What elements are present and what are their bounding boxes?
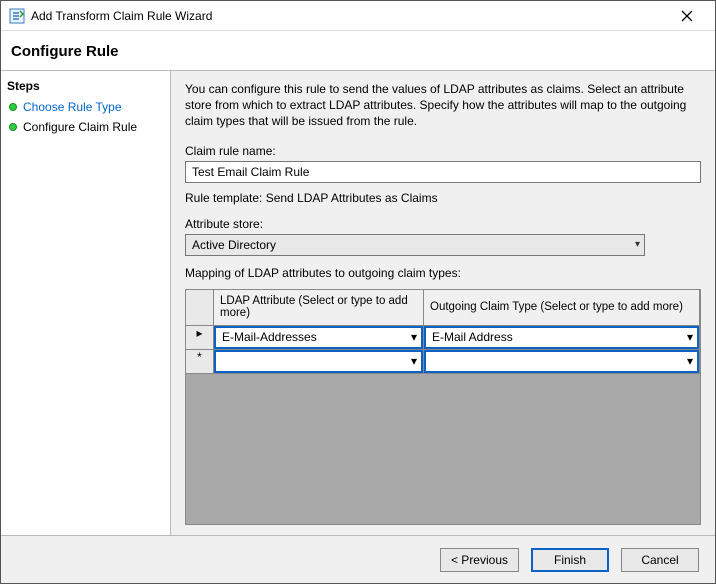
step-configure-claim-rule[interactable]: Configure Claim Rule — [1, 117, 170, 137]
step-label: Configure Claim Rule — [23, 120, 137, 134]
rule-template-text: Rule template: Send LDAP Attributes as C… — [185, 191, 701, 205]
page-heading: Configure Rule — [1, 31, 715, 70]
grid-col2-header: Outgoing Claim Type (Select or type to a… — [424, 290, 700, 326]
outgoing-claim-value: E-Mail Address — [432, 330, 513, 344]
step-choose-rule-type[interactable]: Choose Rule Type — [1, 97, 170, 117]
chevron-down-icon: ▾ — [687, 354, 693, 368]
attribute-store-value: Active Directory — [192, 238, 276, 252]
steps-sidebar: Steps Choose Rule Type Configure Claim R… — [1, 71, 171, 535]
mapping-grid-container: LDAP Attribute (Select or type to add mo… — [185, 289, 701, 525]
claim-rule-name-label: Claim rule name: — [185, 144, 701, 158]
previous-button[interactable]: < Previous — [440, 548, 519, 572]
outgoing-claim-dropdown[interactable]: ▾ — [424, 350, 699, 373]
description-text: You can configure this rule to send the … — [185, 81, 701, 130]
row-marker: ▸ — [186, 326, 214, 350]
finish-button[interactable]: Finish — [531, 548, 609, 572]
step-bullet-icon — [9, 123, 17, 131]
ldap-attribute-value: E-Mail-Addresses — [222, 330, 317, 344]
ldap-attribute-dropdown[interactable]: ▾ — [214, 350, 423, 373]
step-label: Choose Rule Type — [23, 100, 122, 114]
mapping-grid: LDAP Attribute (Select or type to add mo… — [185, 289, 701, 525]
attribute-store-dropdown[interactable]: Active Directory ▾ — [185, 234, 645, 256]
step-bullet-icon — [9, 103, 17, 111]
close-button[interactable] — [667, 2, 707, 30]
grid-corner — [186, 290, 214, 326]
row-marker: * — [186, 350, 214, 374]
content-split: Steps Choose Rule Type Configure Claim R… — [1, 70, 715, 535]
claim-rule-name-input[interactable] — [185, 161, 701, 183]
table-row: * ▾ ▾ — [186, 350, 700, 374]
wizard-footer: < Previous Finish Cancel — [1, 535, 715, 583]
mapping-label: Mapping of LDAP attributes to outgoing c… — [185, 266, 701, 280]
steps-title: Steps — [1, 75, 170, 97]
main-panel: You can configure this rule to send the … — [171, 71, 715, 535]
grid-col1-header: LDAP Attribute (Select or type to add mo… — [214, 290, 424, 326]
chevron-down-icon: ▾ — [411, 330, 417, 344]
app-icon — [9, 8, 25, 24]
table-row: ▸ E-Mail-Addresses ▾ E-Mail Address ▾ — [186, 326, 700, 350]
chevron-down-icon: ▾ — [635, 239, 640, 250]
cancel-button[interactable]: Cancel — [621, 548, 699, 572]
chevron-down-icon: ▾ — [687, 330, 693, 344]
ldap-attribute-dropdown[interactable]: E-Mail-Addresses ▾ — [214, 326, 423, 349]
grid-header-row: LDAP Attribute (Select or type to add mo… — [186, 290, 700, 326]
outgoing-claim-dropdown[interactable]: E-Mail Address ▾ — [424, 326, 699, 349]
grid-empty-area — [186, 374, 700, 524]
window-title: Add Transform Claim Rule Wizard — [31, 9, 667, 23]
title-bar: Add Transform Claim Rule Wizard — [1, 1, 715, 31]
chevron-down-icon: ▾ — [411, 354, 417, 368]
attribute-store-label: Attribute store: — [185, 217, 701, 231]
